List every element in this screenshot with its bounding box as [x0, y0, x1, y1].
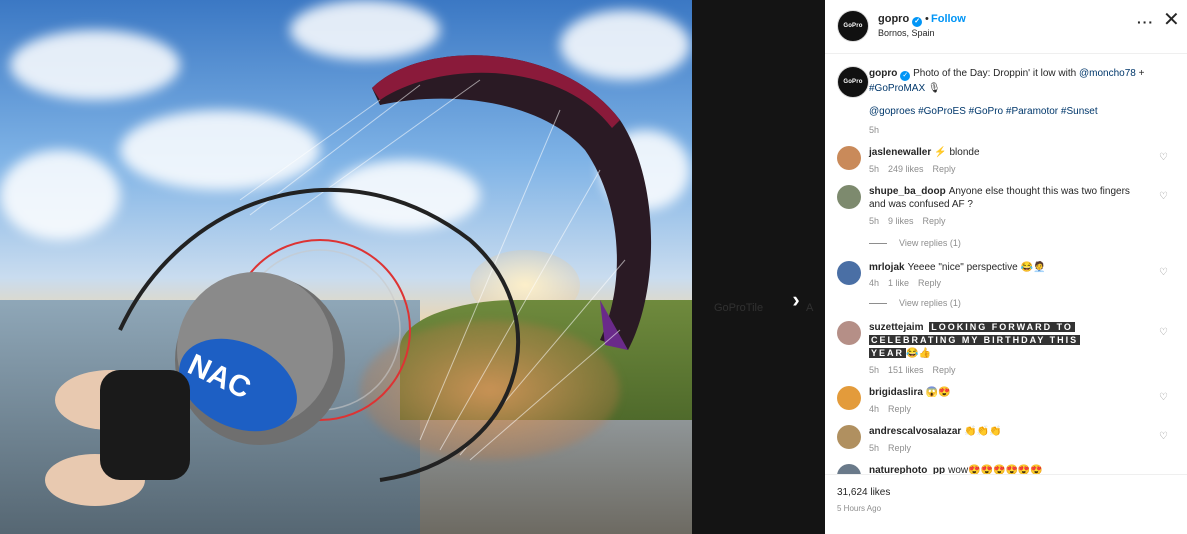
post-header: GoPro gopro ✓ • Follow Bornos, Spain ··· …: [825, 0, 1187, 54]
avatar[interactable]: [837, 146, 861, 170]
avatar[interactable]: [837, 261, 861, 285]
heart-icon[interactable]: ♡: [1159, 191, 1168, 202]
paramotor-illustration: NAC: [45, 55, 652, 506]
background-overlay: GoProTile A: [692, 0, 825, 534]
view-replies-button[interactable]: View replies (1): [869, 298, 961, 308]
post-footer: 31,624 likes 5 Hours Ago: [825, 474, 1187, 534]
comment-username[interactable]: mrlojak: [869, 262, 905, 273]
post-photo[interactable]: NAC: [0, 0, 692, 534]
post-details-panel: GoPro gopro ✓ • Follow Bornos, Spain ··· …: [825, 0, 1187, 534]
reply-button[interactable]: Reply: [888, 404, 911, 414]
avatar[interactable]: [837, 185, 861, 209]
avatar[interactable]: [837, 425, 861, 449]
comment-username[interactable]: brigidaslira: [869, 387, 923, 398]
reply-button[interactable]: Reply: [918, 278, 941, 288]
reply-button[interactable]: Reply: [933, 164, 956, 174]
hashtag-link[interactable]: #GoProMAX: [869, 83, 925, 94]
verified-icon: ✓: [912, 17, 923, 27]
caption-tags[interactable]: @goproes #GoProES #GoPro #Paramotor #Sun…: [869, 106, 1098, 117]
follow-button[interactable]: Follow: [931, 13, 966, 25]
likes-count[interactable]: 1 like: [888, 278, 909, 288]
comment-username[interactable]: suzettejaim: [869, 322, 923, 333]
likes-count[interactable]: 9 likes: [888, 216, 914, 226]
styled-line: CELEBRATING MY BIRTHDAY THIS: [869, 335, 1081, 345]
ghost-label: GoProTile: [714, 302, 764, 314]
avatar[interactable]: GoPro: [837, 10, 869, 42]
mention-link[interactable]: @moncho78: [1079, 68, 1136, 79]
comment-username[interactable]: shupe_ba_doop: [869, 186, 946, 197]
caption-text: gopro ✓ Photo of the Day: Droppin' it low…: [869, 68, 1145, 94]
post-timestamp: 5 Hours Ago: [837, 504, 882, 513]
heart-icon[interactable]: ♡: [1159, 431, 1168, 442]
chevron-right-icon[interactable]: ›: [784, 286, 808, 314]
likes-count[interactable]: 249 likes: [888, 164, 924, 174]
separator-dot: •: [925, 13, 929, 25]
reply-button[interactable]: Reply: [933, 365, 956, 375]
comment-username[interactable]: jaslenewaller: [869, 147, 931, 158]
avatar-text: GoPro: [843, 23, 863, 29]
reply-button[interactable]: Reply: [888, 443, 911, 453]
post-modal: NAC GoProTile A › GoPro gopro ✓ • Follow …: [0, 0, 1187, 534]
heart-icon[interactable]: ♡: [1159, 152, 1168, 163]
avatar[interactable]: GoPro: [837, 66, 869, 98]
location-link[interactable]: Bornos, Spain: [878, 28, 935, 38]
view-replies-button[interactable]: View replies (1): [869, 238, 961, 248]
styled-line: YEAR: [869, 348, 907, 358]
heart-icon[interactable]: ♡: [1159, 392, 1168, 403]
heart-icon[interactable]: ♡: [1159, 267, 1168, 278]
caption-time: 5h: [869, 125, 880, 135]
styled-line: LOOKING FORWARD TO: [929, 322, 1075, 332]
avatar[interactable]: [837, 321, 861, 345]
likes-count[interactable]: 31,624 likes: [837, 487, 890, 498]
comment-username[interactable]: andrescalvosalazar: [869, 426, 961, 437]
close-icon[interactable]: ✕: [1163, 10, 1180, 30]
heart-icon[interactable]: ♡: [1159, 327, 1168, 338]
caption-username[interactable]: gopro: [869, 68, 897, 79]
avatar[interactable]: [837, 386, 861, 410]
likes-count[interactable]: 151 likes: [888, 365, 924, 375]
reply-button[interactable]: Reply: [923, 216, 946, 226]
username-link[interactable]: gopro ✓: [878, 13, 923, 27]
verified-icon: ✓: [900, 71, 911, 81]
more-icon[interactable]: ···: [1137, 14, 1154, 30]
